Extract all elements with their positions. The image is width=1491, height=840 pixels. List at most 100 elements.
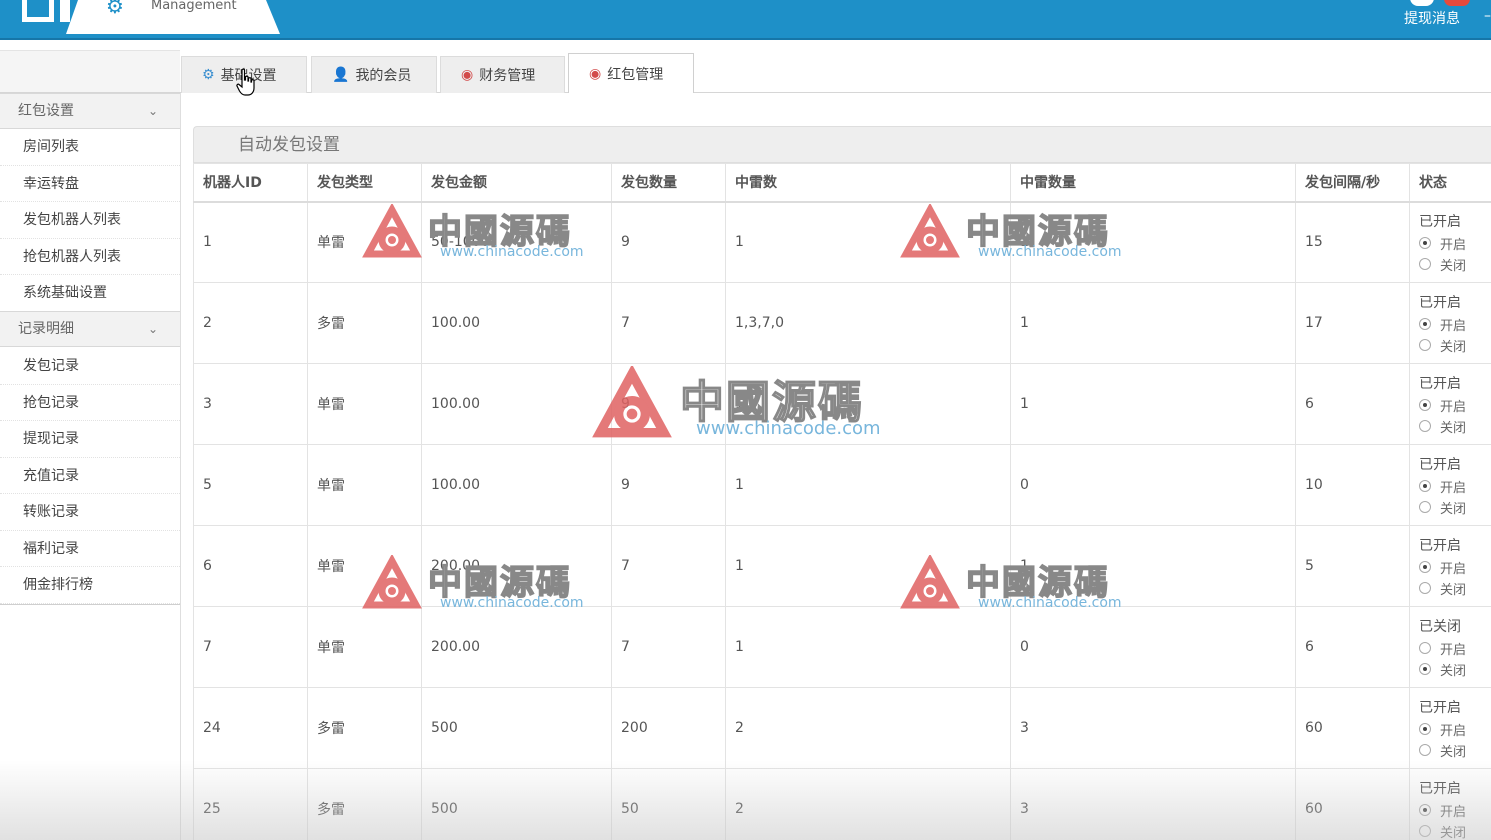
radio-on[interactable]: 开启 <box>1419 557 1491 578</box>
radio-icon[interactable] <box>1419 723 1431 735</box>
sidebar-item-send-robots[interactable]: 发包机器人列表 <box>0 202 180 239</box>
radio-icon[interactable] <box>1419 318 1431 330</box>
radio-icon[interactable] <box>1419 399 1431 411</box>
radio-label: 关闭 <box>1440 420 1467 436</box>
status-cell: 已开启 开启 关闭 <box>1409 687 1491 769</box>
sidebar-item-welfare-records[interactable]: 福利记录 <box>0 531 180 567</box>
top-bar: ⚙ Management 99 提现消息 – <box>0 0 1491 40</box>
sidebar-item-lucky-wheel[interactable]: 幸运转盘 <box>0 166 180 202</box>
table-row: 24 多雷 500 200 2 3 60 已开启 开启 关闭 <box>193 687 1491 769</box>
radio-on[interactable]: 开启 <box>1419 233 1491 254</box>
sidebar-group-records[interactable]: 记录明细 ⌄ <box>0 311 180 347</box>
table-cell-amount: 500 <box>421 687 612 769</box>
column-header: 中雷数量 <box>1010 163 1296 203</box>
brand-text: Management <box>151 0 237 13</box>
column-header: 发包数量 <box>611 163 726 203</box>
table-cell-count: 7 <box>611 282 726 364</box>
sidebar-item-send-records[interactable]: 发包记录 <box>0 348 180 385</box>
withdraw-notice-link[interactable]: 提现消息 <box>1404 8 1460 28</box>
column-header: 发包间隔/秒 <box>1295 163 1410 203</box>
radio-icon[interactable] <box>1419 237 1431 250</box>
table-row: 7 单雷 200.00 7 1 0 6 已关闭 开启 关闭 <box>193 606 1491 688</box>
radio-on[interactable]: 开启 <box>1419 800 1491 821</box>
tab-label: 红包管理 <box>607 66 664 83</box>
radio-icon[interactable] <box>1419 339 1431 351</box>
status-label: 已开启 <box>1419 456 1461 473</box>
radio-on[interactable]: 开启 <box>1419 476 1491 497</box>
radio-off[interactable]: 关闭 <box>1419 740 1491 761</box>
radio-label: 关闭 <box>1440 825 1467 840</box>
radio-on[interactable]: 开启 <box>1419 638 1491 659</box>
sidebar-item-recharge-records[interactable]: 充值记录 <box>0 458 180 494</box>
message-icon[interactable] <box>1410 0 1434 6</box>
radio-off[interactable]: 关闭 <box>1419 416 1491 437</box>
radio-label: 开启 <box>1440 480 1467 496</box>
radio-off[interactable]: 关闭 <box>1419 821 1491 840</box>
radio-icon[interactable] <box>1419 480 1431 492</box>
tab-finance[interactable]: ◉ 财务管理 <box>440 56 565 93</box>
radio-off[interactable]: 关闭 <box>1419 497 1491 518</box>
radio-label: 开启 <box>1440 723 1467 739</box>
table-cell-count: 200 <box>611 687 726 769</box>
radio-icon[interactable] <box>1419 663 1431 675</box>
radio-icon[interactable] <box>1419 420 1431 432</box>
radio-label: 关闭 <box>1440 744 1467 760</box>
column-header: 状态 <box>1409 163 1491 203</box>
radio-off[interactable]: 关闭 <box>1419 254 1491 275</box>
table-header-row: 机器人ID 发包类型 发包金额 发包数量 中雷数 中雷数量 发包间隔/秒 状态 <box>193 163 1491 203</box>
user-icon: 👤 <box>332 67 350 83</box>
column-header: 机器人ID <box>193 163 308 203</box>
table-cell-id: 7 <box>193 606 308 688</box>
table-cell-mine-count: 3 <box>1010 687 1296 769</box>
radio-on[interactable]: 开启 <box>1419 314 1491 335</box>
radio-label: 关闭 <box>1440 258 1467 274</box>
radio-label: 关闭 <box>1440 582 1467 598</box>
radio-off[interactable]: 关闭 <box>1419 659 1491 680</box>
money-icon: ◉ <box>589 65 602 82</box>
tab-red-packet[interactable]: ◉ 红包管理 <box>568 53 694 93</box>
sidebar-item-withdraw-records[interactable]: 提现记录 <box>0 421 180 458</box>
table-cell-id: 24 <box>193 687 308 769</box>
status-cell: 已开启 开启 关闭 <box>1409 282 1491 364</box>
radio-off[interactable]: 关闭 <box>1419 335 1491 356</box>
radio-icon[interactable] <box>1419 561 1431 573</box>
radio-icon[interactable] <box>1419 825 1431 837</box>
radio-label: 开启 <box>1440 642 1467 658</box>
radio-label: 关闭 <box>1440 339 1467 355</box>
sidebar-item-grab-robots[interactable]: 抢包机器人列表 <box>0 239 180 275</box>
sidebar-group-red-packet[interactable]: 红包设置 ⌄ <box>0 93 180 129</box>
sidebar-item-room-list[interactable]: 房间列表 <box>0 129 180 166</box>
radio-icon[interactable] <box>1419 501 1431 513</box>
radio-icon[interactable] <box>1419 804 1431 816</box>
money-icon: ◉ <box>461 67 474 83</box>
radio-icon[interactable] <box>1419 258 1431 271</box>
table-cell-mines: 1,3,7,0 <box>725 282 1011 364</box>
tab-my-members[interactable]: 👤 我的会员 <box>311 56 437 93</box>
logo-icon <box>22 0 54 22</box>
panel-title: 自动发包设置 <box>193 126 1491 163</box>
radio-on[interactable]: 开启 <box>1419 395 1491 416</box>
sidebar-item-commission-ranking[interactable]: 佣金排行榜 <box>0 567 180 604</box>
column-header: 发包金额 <box>421 163 612 203</box>
status-label: 已开启 <box>1419 375 1461 392</box>
table-cell-mines: 2 <box>725 768 1011 840</box>
radio-icon[interactable] <box>1419 582 1431 594</box>
table-cell-count: 9 <box>611 363 726 445</box>
table-cell-type: 单雷 <box>307 525 422 607</box>
radio-icon[interactable] <box>1419 642 1431 654</box>
sidebar-item-transfer-records[interactable]: 转账记录 <box>0 494 180 531</box>
radio-icon[interactable] <box>1419 744 1431 756</box>
sidebar-item-grab-records[interactable]: 抢包记录 <box>0 385 180 421</box>
table-row: 5 单雷 100.00 9 1 0 10 已开启 开启 关闭 <box>193 444 1491 526</box>
sidebar-group-label: 红包设置 <box>18 103 74 119</box>
gear-icon: ⚙ <box>202 67 215 83</box>
radio-off[interactable]: 关闭 <box>1419 578 1491 599</box>
radio-label: 开启 <box>1440 399 1467 415</box>
table-cell-id: 6 <box>193 525 308 607</box>
status-label: 已开启 <box>1419 213 1461 230</box>
sidebar-item-system-settings[interactable]: 系统基础设置 <box>0 275 180 312</box>
table-row: 1 单雷 50-1000 9 1 1 15 已开启 开启 关闭 <box>193 201 1491 283</box>
table-row: 2 多雷 100.00 7 1,3,7,0 1 17 已开启 开启 关闭 <box>193 282 1491 364</box>
table-cell-mines: 1 <box>725 444 1011 526</box>
radio-on[interactable]: 开启 <box>1419 719 1491 740</box>
